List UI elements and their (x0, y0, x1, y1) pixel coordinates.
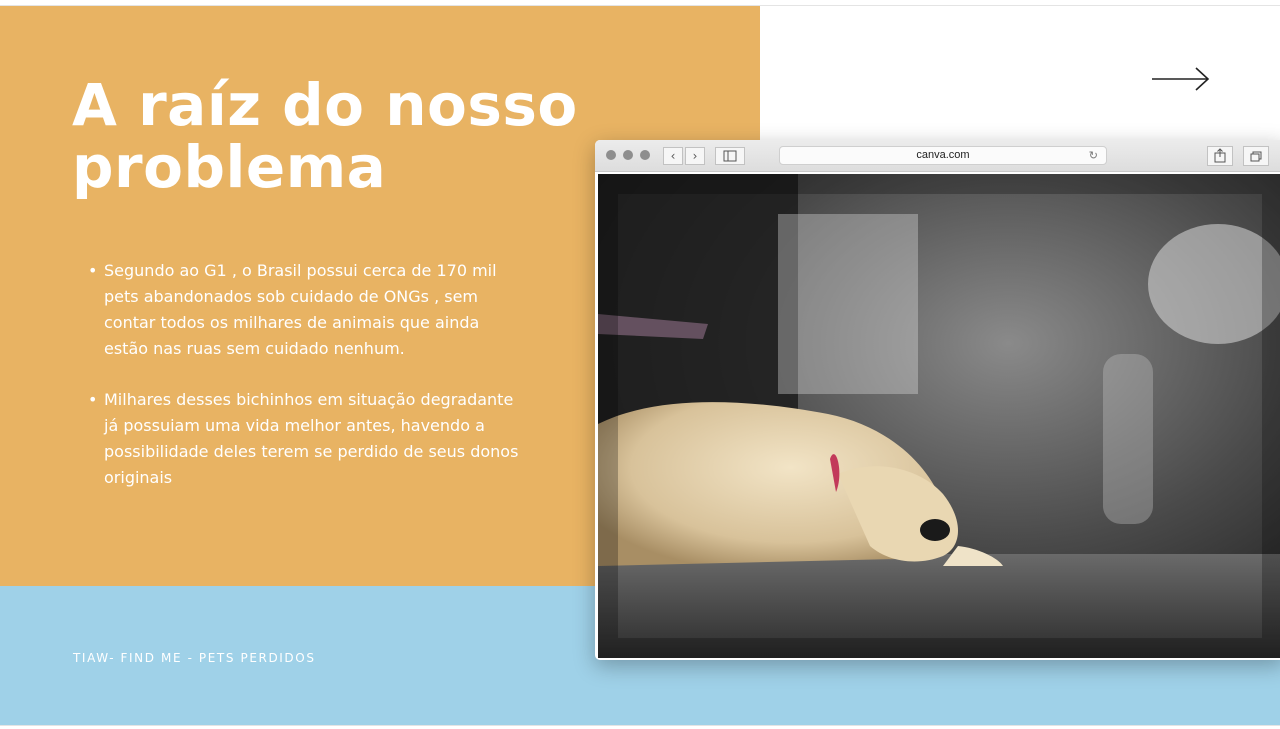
forward-button[interactable]: › (685, 147, 705, 165)
window-dot-icon[interactable] (623, 150, 633, 160)
slide-title-line-2: problema (72, 133, 387, 201)
sidebar-icon[interactable] (715, 147, 745, 165)
slide-title-line-1: A raíz do nosso (72, 71, 578, 139)
slide-title: A raíz do nosso problema (72, 74, 632, 198)
reload-icon[interactable]: ↻ (1089, 149, 1098, 163)
bullet-item: • Segundo ao G1 , o Brasil possui cerca … (88, 258, 528, 362)
bottom-divider (0, 725, 1280, 726)
bullet-marker: • (88, 390, 98, 409)
window-dot-icon[interactable] (606, 150, 616, 160)
bullet-list: • Segundo ao G1 , o Brasil possui cerca … (88, 258, 528, 516)
dog-photo (598, 174, 1280, 658)
footer-label: TIAW- FIND ME - PETS PERDIDOS (73, 651, 316, 665)
arrow-right-icon[interactable] (1150, 64, 1212, 94)
address-bar[interactable]: canva.com ↻ (779, 146, 1107, 165)
bullet-marker: • (88, 261, 98, 280)
bullet-text: Milhares desses bichinhos em situação de… (104, 390, 519, 487)
tabs-icon[interactable] (1243, 146, 1269, 166)
bullet-item: • Milhares desses bichinhos em situação … (88, 387, 528, 491)
url-text: canva.com (916, 149, 970, 161)
browser-mockup: ‹ › canva.com ↻ (595, 140, 1280, 660)
window-dot-icon[interactable] (640, 150, 650, 160)
back-button[interactable]: ‹ (663, 147, 683, 165)
bullet-text: Segundo ao G1 , o Brasil possui cerca de… (104, 261, 497, 358)
browser-toolbar: ‹ › canva.com ↻ (595, 140, 1280, 172)
share-icon[interactable] (1207, 146, 1233, 166)
